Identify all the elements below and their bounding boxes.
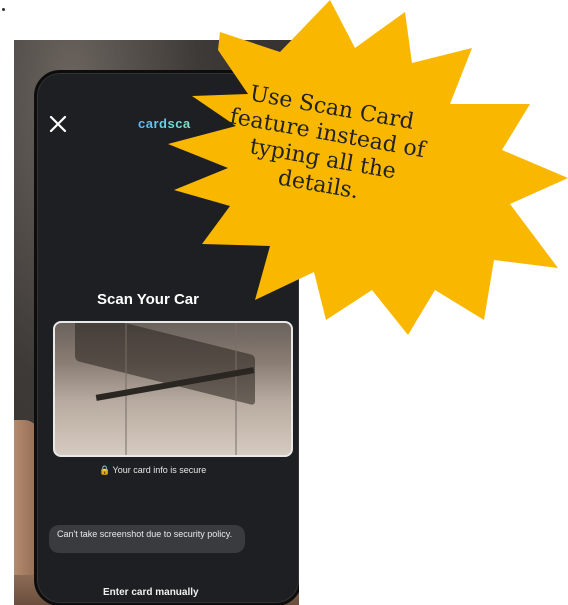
screenshot-toast: Can't take screenshot due to security po… [49, 525, 245, 553]
viewfinder-tile-line [235, 323, 237, 455]
stray-dot [2, 8, 5, 11]
enter-manually-button[interactable]: Enter card manually [103, 587, 199, 598]
secure-note: 🔒 Your card info is secure [99, 465, 207, 475]
camera-viewfinder [53, 321, 293, 457]
close-icon[interactable] [47, 113, 69, 135]
